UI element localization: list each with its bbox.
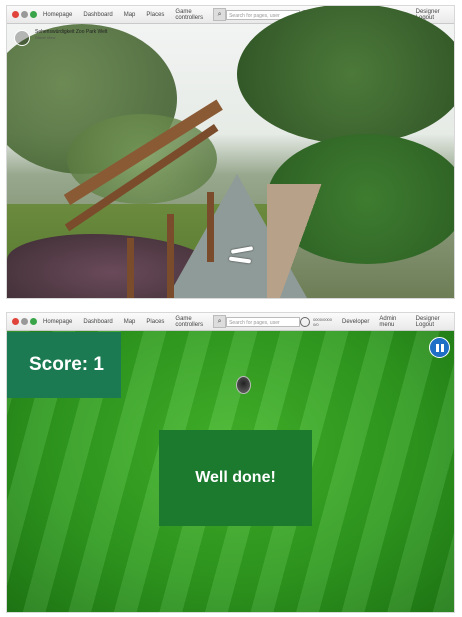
top-nav: Homepage Dashboard Map Places Game contr… <box>43 9 203 21</box>
toolbar-right: 0000/0000 0/0 Developer Admin menu Desig… <box>300 316 450 328</box>
minimize-dot-icon[interactable] <box>21 11 28 18</box>
user-status[interactable]: 0000/0000 0/0 <box>300 316 332 327</box>
minimize-dot-icon[interactable] <box>21 318 28 325</box>
browser-toolbar: Homepage Dashboard Map Places Game contr… <box>7 313 454 331</box>
admin-menu[interactable]: Admin menu <box>379 316 405 328</box>
maximize-dot-icon[interactable] <box>30 318 37 325</box>
nav-game-controllers[interactable]: Game controllers <box>175 316 203 328</box>
search-bar: ⌕ Search for pages, user <box>213 315 301 328</box>
location-subtitle: Street View <box>35 35 56 40</box>
close-dot-icon[interactable] <box>12 11 19 18</box>
user-line2: 0/0 <box>313 321 319 327</box>
top-nav: Homepage Dashboard Map Places Game contr… <box>43 316 203 328</box>
score-panel: Score: 1 <box>7 332 121 398</box>
game-screenshot: Homepage Dashboard Map Places Game contr… <box>7 313 454 612</box>
navigation-arrows[interactable] <box>228 246 259 266</box>
close-dot-icon[interactable] <box>12 318 19 325</box>
maximize-dot-icon[interactable] <box>30 11 37 18</box>
magnifier-icon[interactable]: ⌕ <box>213 8 227 21</box>
search-input[interactable]: Search for pages, user <box>226 316 301 327</box>
forward-arrow-icon[interactable] <box>230 246 254 254</box>
street-view-panorama[interactable] <box>7 6 454 298</box>
railing-post <box>207 192 214 262</box>
pause-icon <box>435 343 439 352</box>
pause-icon <box>440 343 444 352</box>
window-controls <box>12 318 37 325</box>
nav-places[interactable]: Places <box>146 319 164 325</box>
street-view-screenshot: Homepage Dashboard Map Places Game contr… <box>7 6 454 298</box>
location-label: Sehenswürdigkeit Zoo Park Welt Street Vi… <box>35 29 107 41</box>
user-status-text: 0000/0000 0/0 <box>313 317 332 327</box>
nav-map[interactable]: Map <box>124 319 136 325</box>
nav-map[interactable]: Map <box>124 12 136 18</box>
railing-post <box>167 214 174 298</box>
well-done-message: Well done! <box>159 430 312 526</box>
logout-link[interactable]: Designer Logout <box>416 316 450 328</box>
nav-dashboard[interactable]: Dashboard <box>83 12 112 18</box>
pause-button[interactable] <box>429 337 450 358</box>
back-arrow-icon[interactable] <box>228 256 252 264</box>
tree-right-top <box>237 6 454 144</box>
nav-homepage[interactable]: Homepage <box>43 12 72 18</box>
railing-post <box>127 238 134 298</box>
nav-homepage[interactable]: Homepage <box>43 319 72 325</box>
magnifier-icon[interactable]: ⌕ <box>213 315 227 328</box>
window-controls <box>12 11 37 18</box>
golf-hole <box>236 376 251 394</box>
developer-menu[interactable]: Developer <box>342 319 369 325</box>
user-icon <box>300 316 311 327</box>
nav-places[interactable]: Places <box>146 12 164 18</box>
nav-game-controllers[interactable]: Game controllers <box>175 9 203 21</box>
compass-icon[interactable] <box>14 30 30 46</box>
nav-dashboard[interactable]: Dashboard <box>83 319 112 325</box>
stone-wall <box>267 184 407 298</box>
